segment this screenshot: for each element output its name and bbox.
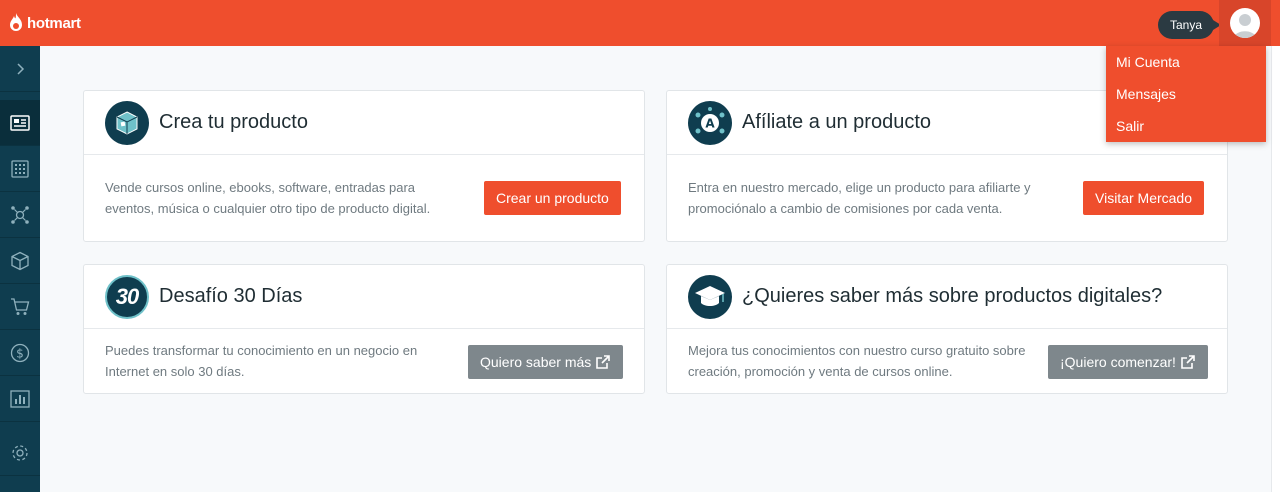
menu-item-messages[interactable]: Mensajes: [1106, 82, 1266, 114]
start-course-button[interactable]: ¡Quiero comenzar!: [1048, 345, 1208, 379]
card-30-day-challenge: 30 Desafío 30 Días Puedes transformar tu…: [83, 264, 645, 394]
user-name-pill[interactable]: Tanya: [1158, 11, 1222, 39]
affiliate-network-icon: A: [688, 100, 732, 145]
chevron-right-icon: [17, 62, 25, 75]
card-title: Afíliate a un producto: [742, 111, 932, 133]
menu-item-my-account[interactable]: Mi Cuenta: [1106, 50, 1266, 82]
button-label: ¡Quiero comenzar!: [1060, 354, 1176, 370]
card-title: ¿Quieres saber más sobre productos digit…: [742, 285, 1163, 307]
button-label: Quiero saber más: [480, 354, 592, 370]
brand-name: hotmart: [27, 14, 81, 32]
user-name: Tanya: [1170, 18, 1203, 32]
product-box-icon: [11, 251, 29, 270]
user-silhouette-icon: [1234, 14, 1256, 38]
sidebar-item-settings[interactable]: [0, 430, 40, 476]
learn-more-challenge-button[interactable]: Quiero saber más: [468, 345, 624, 379]
settings-gear-icon: [12, 444, 28, 461]
card-header: 30 Desafío 30 Días: [84, 265, 644, 329]
sidebar-item-dashboard[interactable]: [0, 100, 40, 146]
svg-text:$: $: [16, 346, 24, 360]
flame-icon: [10, 13, 22, 31]
card-create-product: Crea tu producto Vende cursos online, eb…: [83, 90, 645, 242]
card-description: Puedes transformar tu conocimiento en un…: [105, 343, 418, 379]
button-label: Visitar Mercado: [1095, 190, 1193, 206]
avatar: [1230, 8, 1260, 38]
card-description: Mejora tus conocimientos con nuestro cur…: [688, 343, 1026, 379]
user-dropdown-menu: Mi Cuenta Mensajes Salir: [1106, 46, 1266, 142]
card-title: Desafío 30 Días: [159, 285, 303, 307]
card-description: Vende cursos online, ebooks, software, e…: [105, 180, 431, 216]
sidebar-item-apps[interactable]: [0, 146, 40, 192]
challenge-30-badge-icon: 30: [105, 274, 149, 319]
button-label: Crear un producto: [496, 190, 609, 206]
sidebar-item-finance[interactable]: $: [0, 330, 40, 376]
user-menu-toggle[interactable]: [1219, 0, 1271, 46]
svg-text:A: A: [705, 116, 715, 130]
dollar-icon: $: [10, 343, 30, 362]
card-header: Crea tu producto: [84, 91, 644, 155]
create-product-button[interactable]: Crear un producto: [484, 181, 621, 215]
top-bar: hotmart Tanya: [0, 0, 1280, 46]
sidebar-expand[interactable]: [0, 46, 40, 92]
apps-grid-icon: [11, 159, 29, 178]
hotmart-logo[interactable]: hotmart: [8, 11, 81, 35]
visit-market-button[interactable]: Visitar Mercado: [1083, 181, 1205, 215]
card-learn-digital-products: ¿Quieres saber más sobre productos digit…: [666, 264, 1228, 394]
product-box-icon: [105, 100, 149, 145]
sidebar-item-products[interactable]: [0, 238, 40, 284]
sidebar-item-reports[interactable]: [0, 376, 40, 422]
menu-item-logout[interactable]: Salir: [1106, 114, 1266, 146]
card-description: Entra en nuestro mercado, elige un produ…: [688, 180, 1031, 216]
affiliate-network-icon: [11, 205, 29, 224]
card-header: ¿Quieres saber más sobre productos digit…: [667, 265, 1227, 329]
external-link-icon: [596, 355, 611, 369]
cart-icon: [11, 297, 30, 315]
sidebar-item-sales[interactable]: [0, 284, 40, 330]
scrollbar-track[interactable]: [1271, 46, 1280, 492]
bar-chart-icon: [10, 389, 30, 408]
dashboard-icon: [10, 114, 30, 131]
badge-number: 30: [115, 283, 140, 309]
sidebar-item-affiliates[interactable]: [0, 192, 40, 238]
card-title: Crea tu producto: [159, 111, 308, 133]
external-link-icon: [1181, 355, 1195, 369]
sidebar: $: [0, 46, 40, 492]
graduation-cap-icon: [688, 274, 732, 319]
